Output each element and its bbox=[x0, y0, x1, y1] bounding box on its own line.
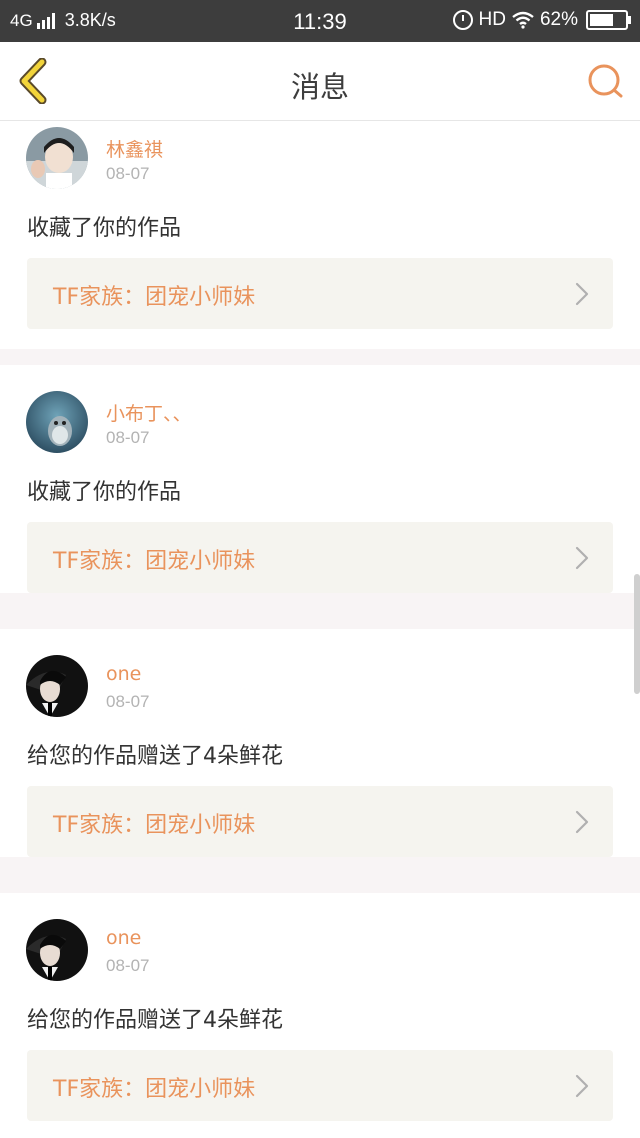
message-date: 08-07 bbox=[106, 428, 150, 447]
chevron-right-icon bbox=[575, 546, 589, 570]
message-text: 收藏了你的作品 bbox=[27, 480, 182, 505]
work-link[interactable]: TF家族：团宠小师妹 bbox=[27, 786, 613, 857]
message-item[interactable]: 林鑫祺 08-07 收藏了你的作品 TF家族：团宠小师妹 bbox=[0, 121, 640, 349]
battery-icon bbox=[586, 10, 631, 30]
work-link[interactable]: TF家族：团宠小师妹 bbox=[27, 1050, 613, 1121]
scrollbar[interactable] bbox=[634, 574, 640, 694]
chevron-right-icon bbox=[575, 282, 589, 306]
battery-percent: 62% bbox=[539, 9, 578, 30]
username[interactable]: one bbox=[106, 927, 141, 949]
status-right: HD 62% bbox=[452, 9, 631, 31]
work-title: TF家族：团宠小师妹 bbox=[53, 1077, 256, 1102]
hd-indicator: HD bbox=[478, 9, 506, 30]
avatar[interactable] bbox=[26, 127, 88, 189]
work-title: TF家族：团宠小师妹 bbox=[53, 549, 256, 574]
username[interactable]: 小布丁、、 bbox=[106, 399, 192, 426]
message-date: 08-07 bbox=[106, 956, 150, 975]
chevron-right-icon bbox=[575, 810, 589, 834]
username[interactable]: 林鑫祺 bbox=[106, 135, 163, 162]
nav-bar: 消息 bbox=[0, 42, 640, 121]
avatar[interactable] bbox=[26, 391, 88, 453]
work-title: TF家族：团宠小师妹 bbox=[53, 813, 256, 838]
message-text: 收藏了你的作品 bbox=[27, 216, 182, 241]
message-date: 08-07 bbox=[106, 164, 150, 183]
avatar[interactable] bbox=[26, 919, 88, 981]
work-link[interactable]: TF家族：团宠小师妹 bbox=[27, 258, 613, 329]
alarm-icon bbox=[452, 10, 473, 30]
avatar[interactable] bbox=[26, 655, 88, 717]
message-text: 给您的作品赠送了4朵鲜花 bbox=[27, 1008, 283, 1033]
work-link[interactable]: TF家族：团宠小师妹 bbox=[27, 522, 613, 593]
message-item[interactable]: one 08-07 给您的作品赠送了4朵鲜花 TF家族：团宠小师妹 bbox=[0, 893, 640, 1138]
work-title: TF家族：团宠小师妹 bbox=[53, 285, 256, 310]
username[interactable]: one bbox=[106, 663, 141, 685]
page-title: 消息 bbox=[290, 70, 349, 104]
message-item[interactable]: one 08-07 给您的作品赠送了4朵鲜花 TF家族：团宠小师妹 bbox=[0, 629, 640, 857]
chevron-right-icon bbox=[575, 1074, 589, 1098]
status-bar: 4G 3.8K/s 11:39 HD 62% bbox=[0, 0, 640, 42]
wifi-icon bbox=[512, 11, 534, 29]
message-date: 08-07 bbox=[106, 692, 150, 711]
message-text: 给您的作品赠送了4朵鲜花 bbox=[27, 744, 283, 769]
search-icon[interactable] bbox=[586, 62, 624, 100]
message-item[interactable]: 小布丁、、 08-07 收藏了你的作品 TF家族：团宠小师妹 bbox=[0, 365, 640, 593]
